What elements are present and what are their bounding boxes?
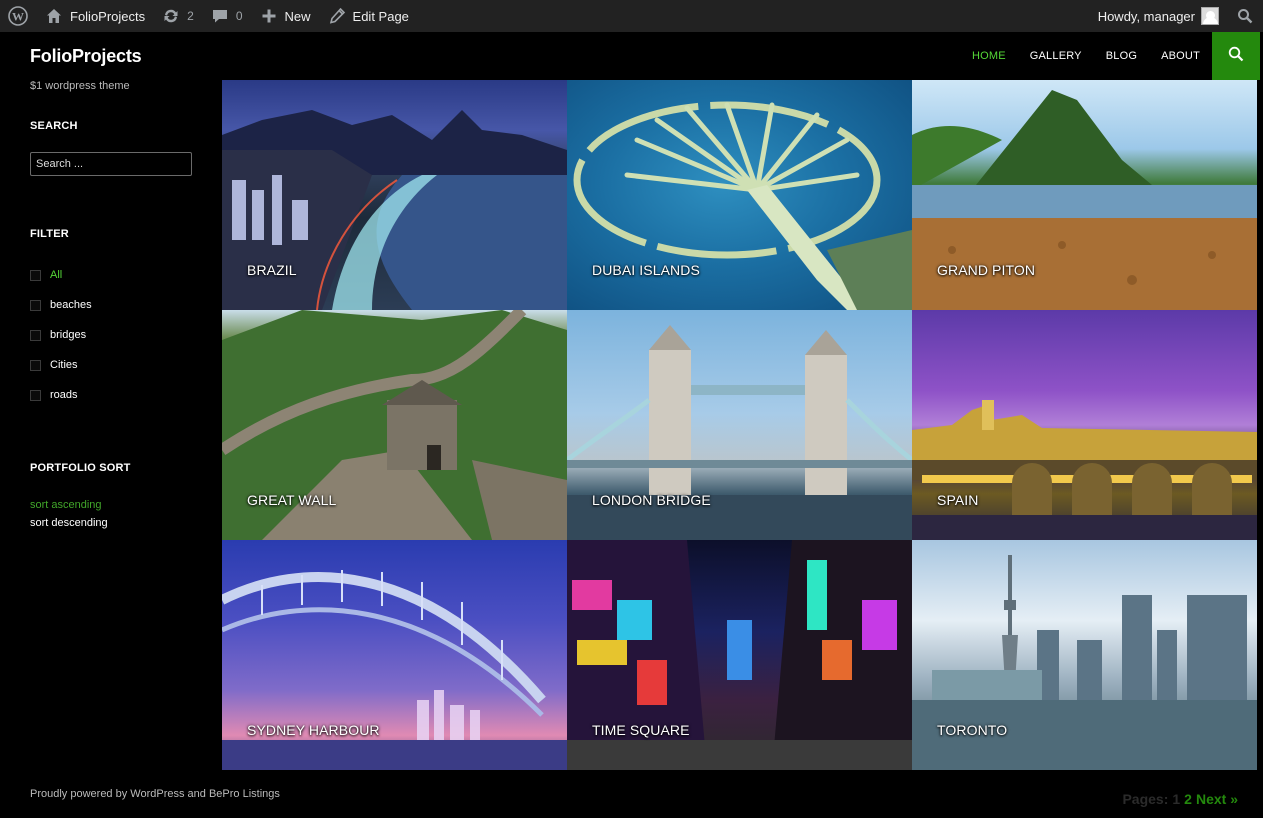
nav-item-about[interactable]: ABOUT xyxy=(1149,50,1212,62)
filter-item-all[interactable]: All xyxy=(30,260,92,290)
portfolio-item-london-bridge[interactable]: LONDON BRIDGE xyxy=(567,310,912,540)
portfolio-item-sydney-harbour[interactable]: SYDNEY HARBOUR xyxy=(222,540,567,770)
wordpress-logo-button[interactable]: W xyxy=(0,0,36,32)
howdy-text: Howdy, manager xyxy=(1097,8,1195,24)
admin-site-link[interactable]: FolioProjects xyxy=(36,0,153,32)
new-label: New xyxy=(284,8,311,24)
portfolio-item-label: SPAIN xyxy=(937,492,979,508)
checkbox[interactable] xyxy=(30,359,41,371)
checkbox[interactable] xyxy=(30,389,41,401)
updates-button[interactable]: 2 xyxy=(153,0,202,32)
portfolio-item-label: TORONTO xyxy=(937,722,1008,738)
primary-navigation: HOME GALLERY BLOG ABOUT xyxy=(960,32,1212,80)
portfolio-item-label: TIME SQUARE xyxy=(592,722,690,738)
home-icon xyxy=(44,6,64,26)
search-icon xyxy=(1228,46,1244,67)
portfolio-item-label: BRAZIL xyxy=(247,262,297,278)
pagination: Pages: 1 2 Next » xyxy=(1122,791,1238,807)
next-page-link[interactable]: Next » xyxy=(1196,791,1238,807)
filter-list: All beaches bridges Cities roads xyxy=(30,260,92,410)
portfolio-item-label: SYDNEY HARBOUR xyxy=(247,722,380,738)
portfolio-item-spain[interactable]: SPAIN xyxy=(912,310,1257,540)
avatar xyxy=(1201,7,1219,25)
admin-search-button[interactable] xyxy=(1227,0,1263,32)
portfolio-item-label: DUBAI ISLANDS xyxy=(592,262,700,278)
portfolio-item-great-wall[interactable]: GREAT WALL xyxy=(222,310,567,540)
portfolio-item-dubai-islands[interactable]: DUBAI ISLANDS xyxy=(567,80,912,310)
filter-item-beaches[interactable]: beaches xyxy=(30,290,92,320)
filter-item-bridges[interactable]: bridges xyxy=(30,320,92,350)
comments-count: 0 xyxy=(235,9,243,23)
edit-page-button[interactable]: Edit Page xyxy=(319,0,417,32)
search-icon xyxy=(1235,6,1255,26)
portfolio-item-time-square[interactable]: TIME SQUARE xyxy=(567,540,912,770)
sort-ascending-link[interactable]: sort ascending xyxy=(30,496,108,514)
edit-page-label: Edit Page xyxy=(352,8,409,24)
site-description: $1 wordpress theme xyxy=(30,80,130,92)
filter-item-cities[interactable]: Cities xyxy=(30,350,92,380)
portfolio-item-label: GREAT WALL xyxy=(247,492,337,508)
admin-site-name: FolioProjects xyxy=(70,8,146,24)
refresh-icon xyxy=(161,6,181,26)
portfolio-item-label: GRAND PITON xyxy=(937,262,1036,278)
site-title[interactable]: FolioProjects xyxy=(30,46,142,67)
sort-list: sort ascending sort descending xyxy=(30,496,108,532)
nav-item-blog[interactable]: BLOG xyxy=(1094,50,1149,62)
page-current: 1 xyxy=(1172,791,1181,807)
portfolio-item-brazil[interactable]: BRAZIL xyxy=(222,80,567,310)
filter-widget-title: FILTER xyxy=(30,228,69,240)
comments-button[interactable]: 0 xyxy=(202,0,251,32)
admin-bar: W FolioProjects 2 0 New Edit Page Howdy,… xyxy=(0,0,1263,32)
sort-descending-link[interactable]: sort descending xyxy=(30,514,108,532)
checkbox[interactable] xyxy=(30,269,41,281)
portfolio-sort-title: PORTFOLIO SORT xyxy=(30,462,131,474)
search-toggle-button[interactable] xyxy=(1212,32,1260,80)
portfolio-item-label: LONDON BRIDGE xyxy=(592,492,711,508)
pencil-icon xyxy=(327,6,347,26)
my-account-button[interactable]: Howdy, manager xyxy=(1090,0,1227,32)
filter-item-roads[interactable]: roads xyxy=(30,380,92,410)
pages-label: Pages: xyxy=(1122,791,1169,807)
comment-icon xyxy=(210,6,230,26)
search-widget-title: SEARCH xyxy=(30,120,78,132)
plus-icon xyxy=(259,6,279,26)
nav-item-gallery[interactable]: GALLERY xyxy=(1018,50,1094,62)
footer-credit: Proudly powered by WordPress and BePro L… xyxy=(30,788,280,800)
checkbox[interactable] xyxy=(30,299,41,311)
updates-count: 2 xyxy=(187,9,194,23)
svg-text:W: W xyxy=(12,10,24,24)
portfolio-item-grand-piton[interactable]: GRAND PITON xyxy=(912,80,1257,310)
portfolio-item-toronto[interactable]: TORONTO xyxy=(912,540,1257,770)
wordpress-icon: W xyxy=(8,6,28,26)
search-input[interactable] xyxy=(30,152,192,176)
nav-item-home[interactable]: HOME xyxy=(960,50,1018,62)
portfolio-grid: BRAZIL DUBAI ISLANDS GRAND PITON GREAT W… xyxy=(222,80,1257,770)
checkbox[interactable] xyxy=(30,329,41,341)
new-content-button[interactable]: New xyxy=(251,0,319,32)
page-link-2[interactable]: 2 xyxy=(1184,791,1192,807)
